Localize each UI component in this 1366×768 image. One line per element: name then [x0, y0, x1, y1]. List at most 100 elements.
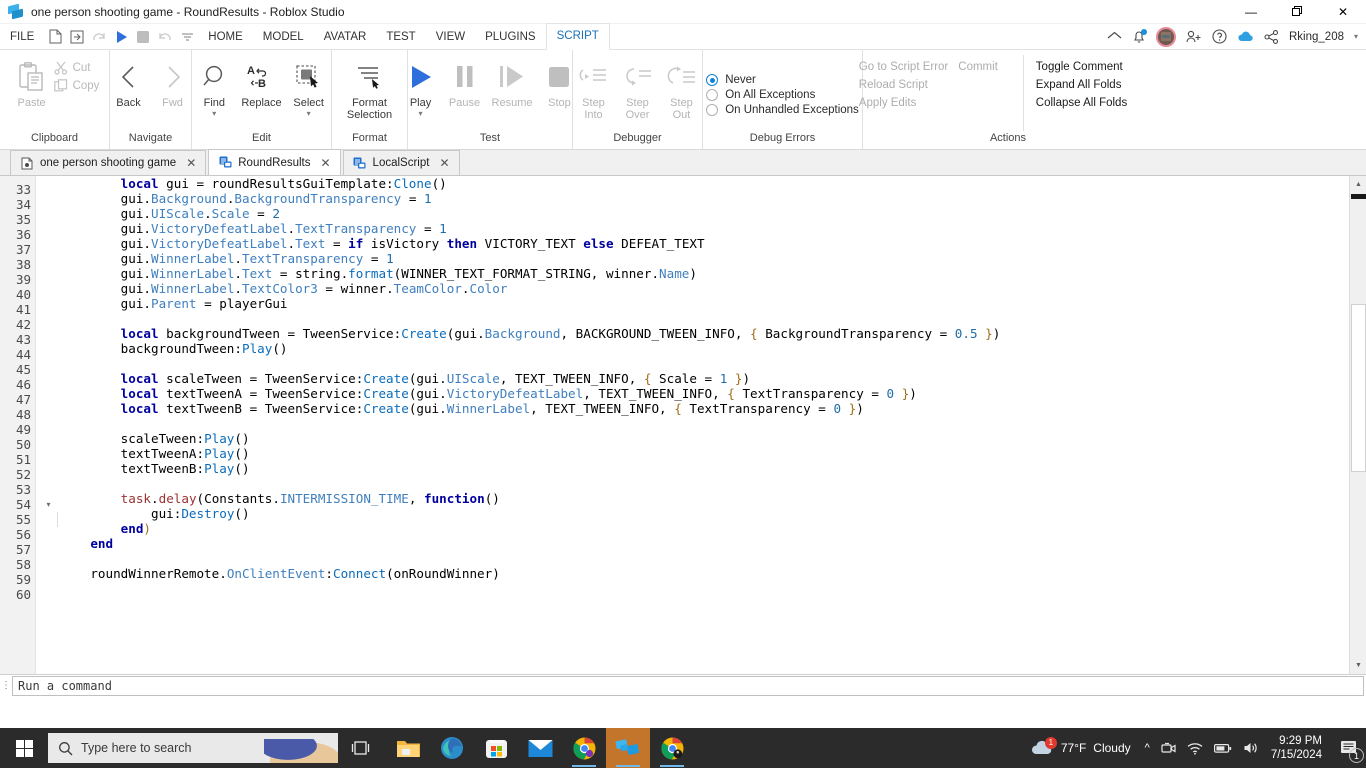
collapse-all-folds-button[interactable]: Collapse All Folds	[1036, 97, 1127, 109]
scrollbar-thumb[interactable]	[1351, 304, 1366, 472]
camera-icon[interactable]	[1161, 741, 1176, 755]
code-line[interactable]: end	[57, 536, 1349, 551]
wifi-icon[interactable]	[1187, 742, 1203, 755]
menu-item-file[interactable]: FILE	[0, 24, 44, 50]
copy-button[interactable]: Copy	[53, 79, 99, 93]
code-line[interactable]	[57, 581, 1349, 596]
ribbon-tab-model[interactable]: MODEL	[253, 24, 314, 50]
code-line[interactable]: local gui = roundResultsGuiTemplate:Clon…	[57, 176, 1349, 191]
bell-icon[interactable]	[1132, 29, 1147, 44]
apply-edits-button[interactable]: Apply Edits	[859, 97, 1003, 109]
ribbon-tab-test[interactable]: TEST	[376, 24, 425, 50]
code-line[interactable]: textTweenA:Play()	[57, 446, 1349, 461]
document-tab-place-close[interactable]: ✕	[186, 156, 196, 170]
code-line[interactable]: gui.VictoryDefeatLabel.TextTransparency …	[57, 221, 1349, 236]
go-to-script-error-button[interactable]: Go to Script Error	[859, 61, 948, 73]
play-caret-icon[interactable]: ▾	[419, 109, 423, 118]
document-tab-roundresults[interactable]: RoundResults ✕	[208, 149, 341, 175]
select-caret-icon[interactable]: ▾	[307, 109, 311, 118]
code-line[interactable]: gui.Background.BackgroundTransparency = …	[57, 191, 1349, 206]
find-button[interactable]: Find ▾	[192, 55, 236, 118]
code-line[interactable]: task.delay(Constants.INTERMISSION_TIME, …	[57, 491, 1349, 506]
taskbar-app-roblox-studio[interactable]	[606, 728, 650, 768]
debug-error-option-never[interactable]: Never	[706, 74, 859, 86]
cut-button[interactable]: Cut	[53, 61, 100, 75]
taskbar-app-mail[interactable]	[518, 728, 562, 768]
code-line[interactable]	[57, 356, 1349, 371]
forward-button[interactable]: Fwd	[151, 55, 195, 109]
scroll-up-arrow[interactable]: ▲	[1350, 176, 1366, 193]
code-line[interactable]: gui.WinnerLabel.TextColor3 = winner.Team…	[57, 281, 1349, 296]
code-line[interactable]: local scaleTween = TweenService:Create(g…	[57, 371, 1349, 386]
back-button[interactable]: Back	[107, 55, 151, 109]
command-input[interactable]: Run a command	[12, 675, 1364, 696]
find-caret-icon[interactable]: ▾	[212, 109, 216, 118]
code-line[interactable]: gui:Destroy()	[57, 506, 1349, 521]
radio-unhandled-exceptions-icon[interactable]	[706, 104, 719, 116]
home-icon[interactable]	[1107, 31, 1122, 42]
ribbon-tab-view[interactable]: VIEW	[426, 24, 475, 50]
code-line[interactable]: local textTweenA = TweenService:Create(g…	[57, 386, 1349, 401]
code-line[interactable]: textTweenB:Play()	[57, 461, 1349, 476]
editor-vertical-scrollbar[interactable]: ▲ ▼	[1349, 176, 1366, 674]
replace-button[interactable]: AB Replace	[236, 55, 286, 109]
taskbar-app-chrome-profile[interactable]	[650, 728, 694, 768]
cloud-icon[interactable]	[1237, 31, 1254, 43]
minimize-button[interactable]: —	[1228, 0, 1274, 24]
toggle-comment-button[interactable]: Toggle Comment	[1036, 61, 1127, 73]
ribbon-tab-plugins[interactable]: PLUGINS	[475, 24, 546, 50]
open-file-icon[interactable]	[66, 24, 88, 50]
taskbar-search-box[interactable]: Type here to search	[48, 733, 338, 763]
add-person-icon[interactable]	[1186, 30, 1202, 44]
code-line[interactable]: gui.UIScale.Scale = 2	[57, 206, 1349, 221]
code-line[interactable]: roundWinnerRemote.OnClientEvent:Connect(…	[57, 566, 1349, 581]
pause-button[interactable]: Pause	[443, 55, 487, 109]
code-line[interactable]	[57, 551, 1349, 566]
weather-widget[interactable]: 1 77°F Cloudy	[1030, 736, 1145, 757]
chevron-down-icon[interactable]: ▾	[1354, 32, 1358, 41]
code-editor[interactable]: 33 34 35 36 37 38 39 40 41 42 43 44 45 46 47 48 49 50 51 52…	[0, 176, 1366, 674]
radio-never-icon[interactable]	[706, 74, 719, 86]
code-line[interactable]: scaleTween:Play()	[57, 431, 1349, 446]
code-line[interactable]: gui.WinnerLabel.TextTransparency = 1	[57, 251, 1349, 266]
document-tab-roundresults-close[interactable]: ✕	[320, 156, 330, 170]
show-hidden-icons-chevron-icon[interactable]: ^	[1145, 742, 1150, 754]
reload-script-button[interactable]: Reload Script	[859, 79, 1003, 91]
code-fold-bar[interactable]: ▾	[37, 176, 57, 674]
code-line[interactable]: end)	[57, 521, 1349, 536]
taskbar-app-microsoft-store[interactable]	[474, 728, 518, 768]
document-tab-localscript-close[interactable]: ✕	[439, 156, 449, 170]
code-line[interactable]: backgroundTween:Play()	[57, 341, 1349, 356]
volume-icon[interactable]	[1243, 741, 1259, 755]
notification-center-button[interactable]: 1	[1332, 728, 1366, 768]
expand-all-folds-button[interactable]: Expand All Folds	[1036, 79, 1127, 91]
taskbar-clock[interactable]: 9:29 PM 7/15/2024	[1271, 734, 1332, 762]
customize-toolbar-icon[interactable]	[176, 24, 198, 50]
taskbar-app-chrome[interactable]	[562, 728, 606, 768]
resume-button[interactable]: Resume	[487, 55, 538, 109]
commit-button[interactable]: Commit	[958, 61, 998, 73]
format-selection-button[interactable]: Format Selection	[335, 55, 405, 121]
ribbon-tab-script[interactable]: SCRIPT	[545, 23, 610, 50]
ribbon-tab-home[interactable]: HOME	[198, 24, 253, 50]
scroll-down-arrow[interactable]: ▼	[1350, 657, 1366, 674]
play-icon[interactable]	[110, 24, 132, 50]
close-button[interactable]: ✕	[1320, 0, 1366, 24]
code-fold-toggle-icon[interactable]: ▾	[43, 497, 54, 512]
document-tab-localscript[interactable]: LocalScript ✕	[342, 150, 460, 175]
debug-error-option-all-exceptions[interactable]: On All Exceptions	[706, 89, 859, 101]
code-line[interactable]: gui.Parent = playerGui	[57, 296, 1349, 311]
maximize-button[interactable]	[1274, 0, 1320, 24]
debug-error-option-unhandled-exceptions[interactable]: On Unhandled Exceptions	[706, 104, 859, 116]
code-line[interactable]	[57, 476, 1349, 491]
username-label[interactable]: Rking_208	[1289, 31, 1344, 43]
new-file-icon[interactable]	[44, 24, 66, 50]
ribbon-tab-avatar[interactable]: AVATAR	[314, 24, 377, 50]
code-line[interactable]: gui.VictoryDefeatLabel.Text = if isVicto…	[57, 236, 1349, 251]
code-line[interactable]: gui.WinnerLabel.Text = string.format(WIN…	[57, 266, 1349, 281]
code-line[interactable]	[57, 311, 1349, 326]
battery-icon[interactable]	[1213, 743, 1232, 754]
play-button[interactable]: Play ▾	[399, 55, 443, 118]
step-out-button[interactable]: Step Out	[660, 55, 704, 121]
avatar-icon[interactable]	[1156, 26, 1176, 47]
